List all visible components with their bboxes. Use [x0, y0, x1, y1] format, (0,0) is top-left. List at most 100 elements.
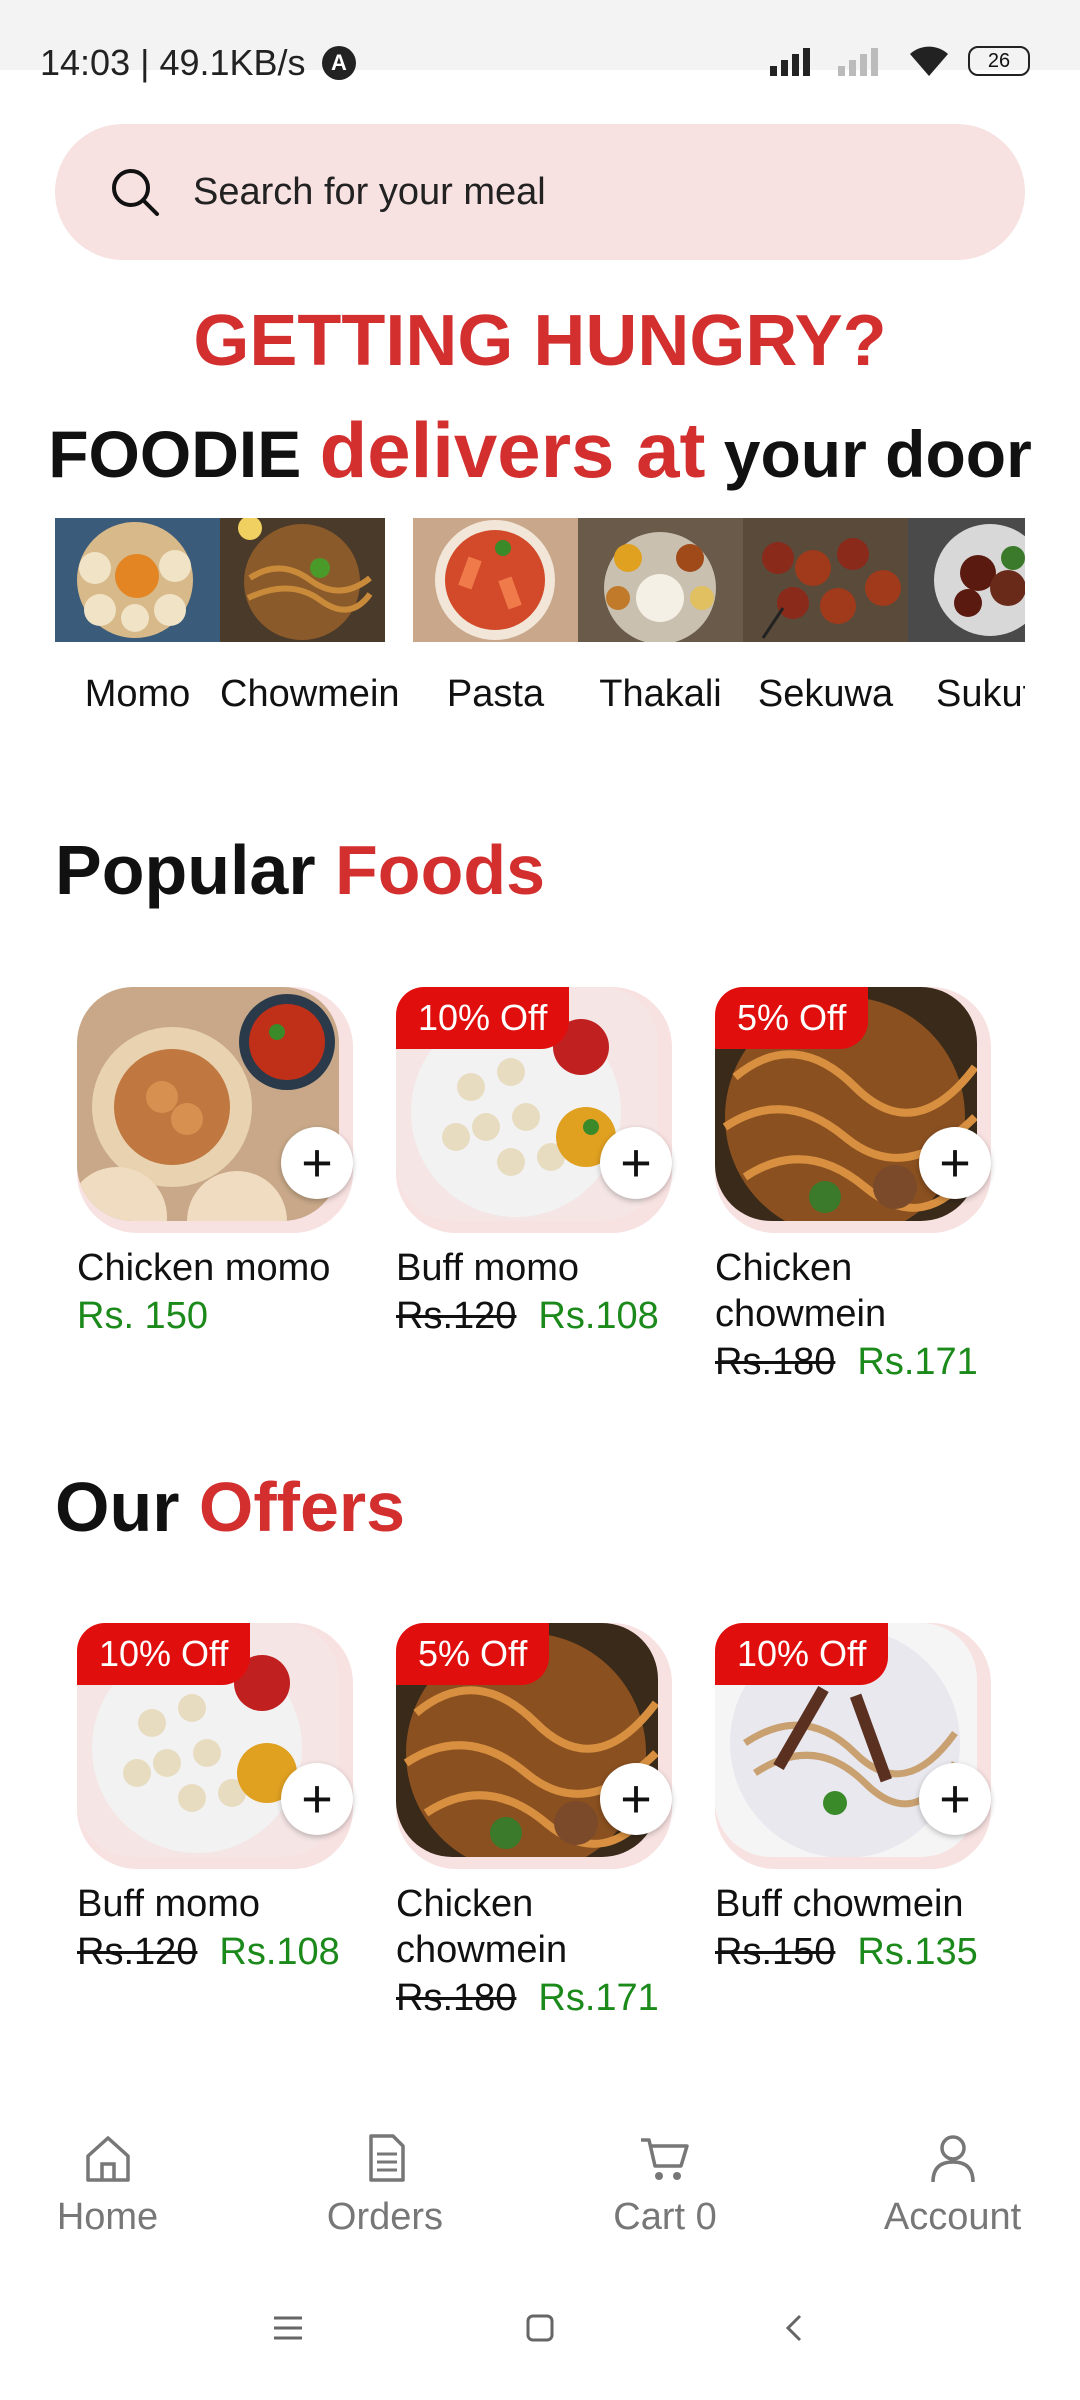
- food-price-row: Rs.180 Rs.171: [715, 1341, 995, 1384]
- nav-label: Home: [56, 2196, 159, 2238]
- food-name: Chicken chowmein: [396, 1883, 568, 1971]
- back-icon[interactable]: [778, 2310, 814, 2346]
- food-image-frame: +: [77, 987, 353, 1233]
- add-to-cart-button[interactable]: +: [281, 1763, 353, 1835]
- food-price: Rs.171: [857, 1341, 978, 1383]
- sukuti-image: [908, 518, 1025, 642]
- offers-title-part1: Our: [55, 1468, 199, 1546]
- category-label: Sekuwa: [757, 673, 894, 715]
- status-icons: 26: [770, 44, 1030, 78]
- food-image-frame: 5% Off +: [396, 1623, 672, 1869]
- offer-card[interactable]: 10% Off + Buff momo Rs.120 Rs.108: [77, 1623, 357, 1974]
- thakali-image: [578, 518, 743, 644]
- category-sukuti[interactable]: Sukuti: [908, 518, 1025, 716]
- food-price-row: Rs.120 Rs.108: [77, 1931, 357, 1974]
- nav-label: Cart 0: [613, 2196, 717, 2238]
- nav-home[interactable]: Home: [40, 2130, 175, 2239]
- app-screen: 14:03 | 49.1KB/s A 26 GETTING HUNGRY? FO…: [0, 0, 1080, 2400]
- hero-brand: FOODIE: [48, 417, 320, 491]
- discount-badge: 10% Off: [715, 1623, 889, 1685]
- search-input[interactable]: [193, 170, 893, 214]
- category-momo[interactable]: Momo: [55, 518, 220, 716]
- popular-title-part1: Popular: [55, 831, 336, 909]
- category-label: Pasta: [446, 673, 545, 715]
- cart-icon: [641, 2138, 689, 2180]
- hero-delivers: delivers at: [319, 406, 706, 494]
- hero-tagline: FOODIE delivers at your door: [0, 405, 1080, 496]
- food-name: Buff chowmein: [715, 1883, 964, 1925]
- battery-icon: 26: [968, 46, 1030, 76]
- add-to-cart-button[interactable]: +: [600, 1763, 672, 1835]
- food-price: Rs.171: [538, 1977, 659, 2019]
- food-price: Rs.108: [219, 1931, 340, 1973]
- food-card[interactable]: + Chicken momo Rs. 150: [77, 987, 357, 1338]
- discount-badge: 5% Off: [396, 1623, 550, 1685]
- popular-foods-title: Popular Foods: [55, 830, 545, 910]
- food-price: Rs. 150: [77, 1295, 208, 1337]
- discount-badge: 10% Off: [77, 1623, 251, 1685]
- bottom-navigation: Home Orders Cart 0 Account: [0, 2100, 1080, 2270]
- offer-card[interactable]: 5% Off + Chicken chowmein Rs.180 Rs.171: [396, 1623, 676, 2020]
- discount-badge: 5% Off: [715, 987, 869, 1049]
- add-to-cart-button[interactable]: +: [919, 1763, 991, 1835]
- food-name: Buff momo: [396, 1247, 580, 1289]
- orders-icon: [369, 2134, 405, 2182]
- category-thakali[interactable]: Thakali: [578, 518, 743, 716]
- food-price-row: Rs.150 Rs.135: [715, 1931, 995, 1974]
- nav-label: Orders: [326, 2196, 444, 2238]
- food-price-row: Rs.180 Rs.171: [396, 1977, 676, 2020]
- menu-icon[interactable]: [270, 2310, 306, 2346]
- hero-door: your door: [705, 417, 1032, 491]
- status-time: 14:03 | 49.1KB/s: [40, 42, 306, 83]
- status-bar: 14:03 | 49.1KB/s A 26: [0, 0, 1080, 83]
- pasta-image: [413, 518, 578, 642]
- food-old-price: Rs.180: [715, 1341, 836, 1383]
- sekuwa-image: [743, 518, 908, 642]
- app-notification-icon: A: [322, 46, 356, 80]
- food-name: Chicken chowmein: [715, 1247, 887, 1335]
- food-price-row: Rs.120 Rs.108: [396, 1295, 676, 1338]
- add-to-cart-button[interactable]: +: [919, 1127, 991, 1199]
- food-old-price: Rs.120: [77, 1931, 198, 1973]
- category-label: Chowmein: [220, 673, 400, 715]
- hero-headline: GETTING HUNGRY?: [193, 301, 887, 381]
- system-navigation-bar: [0, 2270, 1080, 2400]
- food-name: Buff momo: [77, 1883, 261, 1925]
- food-old-price: Rs.120: [396, 1295, 517, 1337]
- food-price-row: Rs. 150: [77, 1295, 357, 1338]
- our-offers-title: Our Offers: [55, 1467, 405, 1547]
- category-label: Thakali: [599, 673, 722, 715]
- discount-badge: 10% Off: [396, 987, 570, 1049]
- momo-image: [55, 518, 220, 642]
- category-pasta[interactable]: Pasta: [413, 518, 578, 716]
- food-old-price: Rs.180: [396, 1977, 517, 2019]
- food-image-frame: 5% Off +: [715, 987, 991, 1233]
- signal-off-icon: [838, 48, 878, 76]
- wifi-icon: [910, 46, 948, 76]
- category-chowmein[interactable]: Chowmein: [220, 518, 400, 716]
- nav-cart[interactable]: Cart 0: [595, 2130, 735, 2239]
- food-old-price: Rs.150: [715, 1931, 836, 1973]
- search-bar[interactable]: [55, 124, 1025, 260]
- popular-title-part2: Foods: [335, 831, 546, 909]
- food-card[interactable]: 5% Off + Chicken chowmein Rs.180 Rs.171: [715, 987, 995, 1384]
- add-to-cart-button[interactable]: +: [281, 1127, 353, 1199]
- food-image-frame: 10% Off +: [77, 1623, 353, 1869]
- category-label: Sukuti: [936, 673, 1025, 715]
- signal-icon: [770, 48, 810, 76]
- nav-label: Account: [883, 2196, 1022, 2238]
- offer-card[interactable]: 10% Off + Buff chowmein Rs.150 Rs.135: [715, 1623, 995, 1974]
- food-name: Chicken momo: [77, 1247, 331, 1289]
- account-icon: [930, 2135, 975, 2183]
- nav-account[interactable]: Account: [875, 2130, 1030, 2239]
- food-image-frame: 10% Off +: [396, 987, 672, 1233]
- category-list[interactable]: Momo Chowmein Pasta Thakali Sekuwa Sukut…: [55, 518, 1025, 718]
- food-card[interactable]: 10% Off + Buff momo Rs.120 Rs.108: [396, 987, 676, 1338]
- search-icon: [112, 169, 159, 216]
- category-sekuwa[interactable]: Sekuwa: [743, 518, 908, 716]
- home-square-icon[interactable]: [522, 2310, 558, 2346]
- food-price: Rs.135: [857, 1931, 978, 1973]
- nav-orders[interactable]: Orders: [315, 2130, 455, 2239]
- food-image-frame: 10% Off +: [715, 1623, 991, 1869]
- add-to-cart-button[interactable]: +: [600, 1127, 672, 1199]
